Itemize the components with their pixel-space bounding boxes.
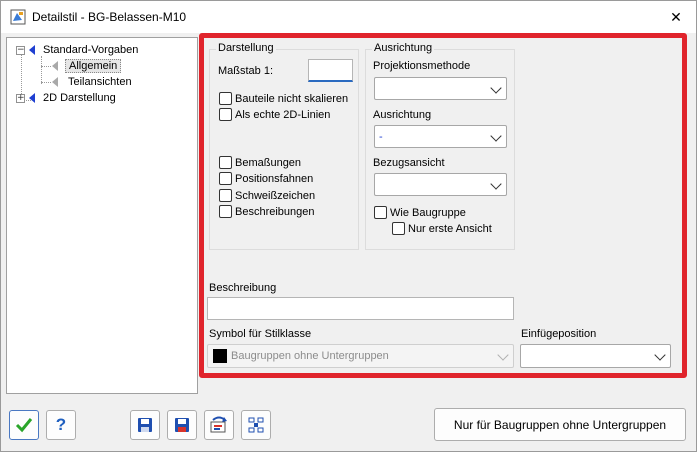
expand-icon[interactable]: + <box>16 93 25 103</box>
tree-item-2d-darstellung[interactable]: + 2D Darstellung <box>16 90 116 106</box>
checkbox-label: Nur erste Ansicht <box>408 222 492 235</box>
checkmark-icon <box>15 418 33 433</box>
projektionsmethode-dropdown[interactable] <box>374 77 507 100</box>
blue-triangle-icon <box>29 45 35 55</box>
checkbox-label: Wie Baugruppe <box>390 206 466 219</box>
tree-item-teilansichten[interactable]: Teilansichten <box>52 74 132 90</box>
chevron-down-icon <box>490 82 502 94</box>
gray-triangle-icon <box>52 77 58 87</box>
window-title: Detailstil - BG-Belassen-M10 <box>32 10 187 24</box>
massstab-input[interactable] <box>308 59 353 82</box>
group-label: Darstellung <box>216 42 276 54</box>
checkbox-beschreibungen[interactable]: Beschreibungen <box>219 205 315 218</box>
chevron-down-icon <box>490 178 502 190</box>
dropdown-value: - <box>379 131 383 143</box>
checkbox-box[interactable] <box>219 189 232 202</box>
gray-triangle-icon <box>52 61 58 71</box>
blue-triangle-icon <box>29 93 35 103</box>
category-tree[interactable]: − Standard-Vorgaben Allgemein Teilansich… <box>6 37 198 394</box>
tree-item-label: Standard-Vorgaben <box>43 44 139 56</box>
checkbox-label: Bemaßungen <box>235 156 302 169</box>
bezugsansicht-label: Bezugsansicht <box>373 157 445 169</box>
checkbox-label: Bauteile nicht skalieren <box>235 92 349 105</box>
nur-fuer-baugruppen-button[interactable]: Nur für Baugruppen ohne Untergruppen <box>434 408 686 441</box>
checkbox-wie-baugruppe[interactable]: Wie Baugruppe <box>374 206 466 219</box>
chevron-down-icon <box>497 349 509 361</box>
beschreibung-input[interactable] <box>207 297 514 320</box>
checkbox-box[interactable] <box>219 172 232 185</box>
app-icon <box>10 9 26 25</box>
title-bar: Detailstil - BG-Belassen-M10 ✕ <box>1 1 696 33</box>
checkbox-box[interactable] <box>219 92 232 105</box>
close-button[interactable]: ✕ <box>656 1 696 33</box>
checkbox-box[interactable] <box>392 222 405 235</box>
help-button[interactable]: ? <box>46 410 76 440</box>
tree-item-standard-vorgaben[interactable]: − Standard-Vorgaben <box>16 42 138 58</box>
help-icon: ? <box>55 415 67 434</box>
tree-structure-icon <box>248 417 264 433</box>
tree-item-allgemein[interactable]: Allgemein <box>52 58 122 74</box>
ausrichtung-dropdown[interactable]: - <box>374 125 507 148</box>
checkbox-label: Schweißzeichen <box>235 189 316 202</box>
darstellung-group: Darstellung Maßstab 1: Bauteile nicht sk… <box>209 42 359 250</box>
ausrichtung-label: Ausrichtung <box>373 109 432 121</box>
save-as-icon <box>175 418 189 432</box>
load-style-icon <box>210 416 227 433</box>
checkbox-label: Positionsfahnen <box>235 172 314 185</box>
symbol-label: Symbol für Stilklasse <box>209 328 312 340</box>
collapse-icon[interactable]: − <box>16 45 25 55</box>
group-label: Ausrichtung <box>372 42 435 54</box>
checkbox-bemassungen[interactable]: Bemaßungen <box>219 156 301 169</box>
checkbox-box[interactable] <box>219 108 232 121</box>
massstab-label: Maßstab 1: <box>218 65 274 77</box>
checkbox-schweisszeichen[interactable]: Schweißzeichen <box>219 189 315 202</box>
tree-item-label: Allgemein <box>65 59 122 73</box>
chevron-down-icon <box>654 349 666 361</box>
button-label: Nur für Baugruppen ohne Untergruppen <box>453 417 667 432</box>
checkbox-box[interactable] <box>374 206 387 219</box>
close-icon: ✕ <box>670 8 682 25</box>
checkbox-nur-erste-ansicht[interactable]: Nur erste Ansicht <box>392 222 492 235</box>
save-icon <box>138 418 152 432</box>
checkbox-positionsfahnen[interactable]: Positionsfahnen <box>219 172 313 185</box>
tree-item-label: 2D Darstellung <box>43 92 116 104</box>
projektionsmethode-label: Projektionsmethode <box>373 60 471 72</box>
checkbox-bauteile-nicht-skalieren[interactable]: Bauteile nicht skalieren <box>219 92 348 105</box>
symbol-dropdown[interactable]: Baugruppen ohne Untergruppen <box>207 344 514 368</box>
dialog-window: Detailstil - BG-Belassen-M10 ✕ − Standar… <box>0 0 697 452</box>
dropdown-value: Baugruppen ohne Untergruppen <box>231 350 389 362</box>
checkbox-box[interactable] <box>219 205 232 218</box>
checkbox-box[interactable] <box>219 156 232 169</box>
einfuegeposition-dropdown[interactable] <box>520 344 671 368</box>
chevron-down-icon <box>490 130 502 142</box>
beschreibung-label: Beschreibung <box>209 282 277 294</box>
ausrichtung-group: Ausrichtung Projektionsmethode Ausrichtu… <box>365 42 515 250</box>
save-as-button[interactable] <box>167 410 197 440</box>
checkbox-label: Beschreibungen <box>235 205 315 218</box>
checkbox-label: Als echte 2D-Linien <box>235 108 331 121</box>
bezugsansicht-dropdown[interactable] <box>374 173 507 196</box>
ok-button[interactable] <box>9 410 39 440</box>
load-style-button[interactable] <box>204 410 234 440</box>
structure-button[interactable] <box>241 410 271 440</box>
save-button[interactable] <box>130 410 160 440</box>
tree-item-label: Teilansichten <box>68 76 132 88</box>
symbol-swatch <box>213 349 227 363</box>
checkbox-als-echte-2d-linien[interactable]: Als echte 2D-Linien <box>219 108 330 121</box>
einfuegeposition-label: Einfügeposition <box>521 328 597 340</box>
